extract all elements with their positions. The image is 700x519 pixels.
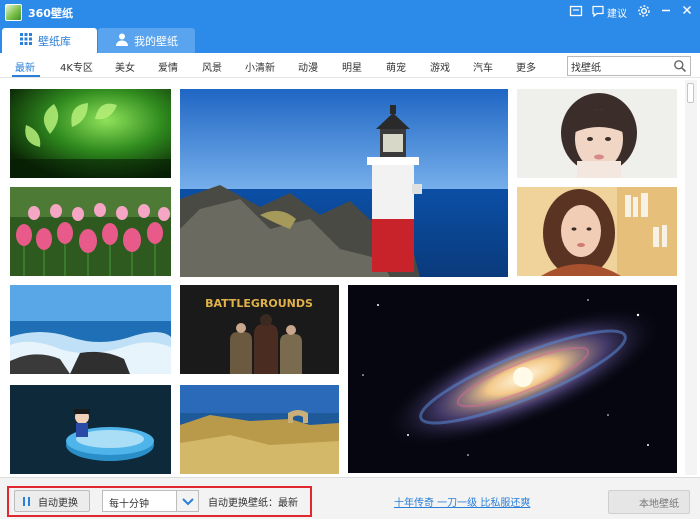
ad-link[interactable]: 十年传奇 一刀一级 比私服还爽 (394, 494, 530, 509)
scrollbar-thumb[interactable] (687, 83, 694, 103)
tab-strip: 壁纸库 我的壁纸 (0, 25, 700, 53)
wallpaper-tulips[interactable] (10, 187, 171, 276)
category-pets[interactable]: 萌宠 (386, 59, 406, 74)
category-scenery[interactable]: 风景 (202, 59, 222, 74)
settings-gear-icon[interactable] (636, 4, 652, 20)
active-category-indicator (12, 75, 40, 77)
close-icon[interactable] (679, 4, 695, 20)
search-box[interactable] (567, 56, 691, 76)
pause-icon (23, 496, 30, 506)
interval-value: 每十分钟 (109, 499, 149, 510)
category-nav: 最新 4K专区 美女 爱情 风景 小清新 动漫 明星 萌宠 游戏 汽车 更多 (0, 53, 700, 78)
chevron-down-icon[interactable] (176, 491, 198, 511)
category-love[interactable]: 爱情 (158, 59, 178, 74)
app-logo-icon (5, 4, 22, 21)
tab-my-wallpapers[interactable]: 我的壁纸 (98, 28, 195, 53)
minimize-icon[interactable] (658, 4, 674, 20)
wallpaper-galaxy[interactable] (348, 285, 677, 473)
category-stars[interactable]: 明星 (342, 59, 362, 74)
user-icon (116, 33, 128, 49)
auto-change-status: 自动更换壁纸：最新 (208, 498, 298, 509)
skin-icon[interactable] (568, 4, 584, 20)
category-cars[interactable]: 汽车 (473, 59, 493, 74)
wallpaper-battlegrounds[interactable]: BATTLEGROUNDS (180, 285, 339, 374)
category-anime[interactable]: 动漫 (298, 59, 318, 74)
interval-select[interactable]: 每十分钟 (102, 490, 199, 512)
auto-change-label: 自动更换 (38, 497, 78, 509)
battlegrounds-title: BATTLEGROUNDS (205, 297, 313, 310)
feedback-link[interactable]: 建议 (607, 5, 627, 20)
category-4k[interactable]: 4K专区 (60, 59, 93, 74)
grid-icon (20, 33, 32, 48)
feedback-icon[interactable] (590, 4, 606, 20)
category-fresh[interactable]: 小清新 (245, 59, 275, 74)
category-games[interactable]: 游戏 (430, 59, 450, 74)
gallery-scrollbar[interactable] (685, 80, 697, 475)
category-latest[interactable]: 最新 (15, 59, 35, 74)
wallpaper-lighthouse[interactable] (180, 89, 508, 277)
wallpaper-girl-bookshelf[interactable] (517, 187, 677, 276)
wallpaper-gallery: BATTLEGROUNDS (0, 79, 700, 477)
wallpaper-pool-toy[interactable] (10, 385, 171, 474)
tab-label: 壁纸库 (38, 34, 71, 48)
wallpaper-ginkgo-leaves[interactable] (10, 89, 171, 178)
category-beauty[interactable]: 美女 (115, 59, 135, 74)
search-icon[interactable] (673, 59, 687, 73)
bottom-bar: 自动更换 每十分钟 自动更换壁纸：最新 十年传奇 一刀一级 比私服还爽 本地壁纸 (0, 477, 700, 519)
category-more[interactable]: 更多 (516, 59, 536, 74)
search-input[interactable] (571, 59, 671, 73)
tab-label: 我的壁纸 (134, 34, 178, 48)
wallpaper-girl-portrait[interactable] (517, 89, 677, 178)
local-wallpaper-label: 本地壁纸 (639, 498, 679, 510)
title-bar: 360壁纸 建议 (0, 0, 700, 25)
wallpaper-coast-arch[interactable] (180, 385, 339, 474)
auto-change-button[interactable]: 自动更换 (14, 490, 90, 512)
tab-wallpaper-library[interactable]: 壁纸库 (2, 28, 97, 53)
wallpaper-ocean-waves[interactable] (10, 285, 171, 374)
app-title: 360壁纸 (28, 7, 73, 20)
local-wallpaper-button[interactable]: 本地壁纸 (608, 490, 690, 514)
